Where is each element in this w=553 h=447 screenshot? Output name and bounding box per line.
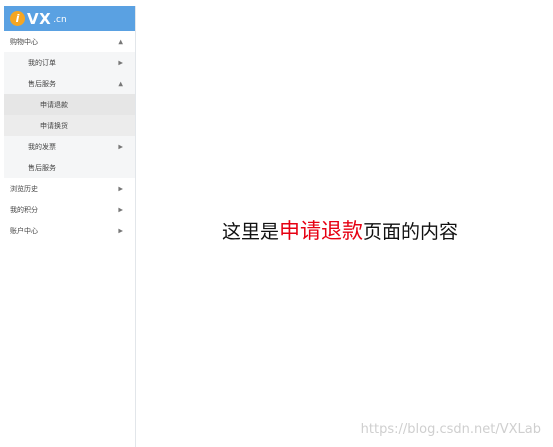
logo-icon: i <box>10 11 25 26</box>
caret-up-icon: ▲ <box>118 38 123 45</box>
caret-up-icon: ▲ <box>118 80 123 87</box>
sidebar-item-label: 浏览历史 <box>10 184 38 193</box>
sidebar: i VX .cn 购物中心 ▲ 我的订单 ▶ 售后服务 ▲ 申请退款申请换货我的发票 ▶ 售后服… <box>4 6 136 447</box>
sidebar-item-5[interactable]: 我的发票 ▶ <box>4 136 135 157</box>
sidebar-item-label: 我的发票 <box>28 142 56 151</box>
content-prefix: 这里是 <box>222 221 280 243</box>
logo-domain: .cn <box>53 15 67 25</box>
sidebar-menu: 购物中心 ▲ 我的订单 ▶ 售后服务 ▲ 申请退款 申请换货 我的发票 ▶ 售后服务 浏览历史 ▶ 我的积… <box>4 31 135 241</box>
watermark: https://blog.csdn.net/VXLab <box>360 422 541 437</box>
sidebar-item-6[interactable]: 售后服务 <box>4 157 135 178</box>
logo-text: VX <box>27 9 52 28</box>
sidebar-item-label: 我的积分 <box>10 205 38 214</box>
sidebar-item-label: 账户中心 <box>10 226 38 235</box>
sidebar-item-label: 我的订单 <box>28 58 56 67</box>
sidebar-item-label: 售后服务 <box>28 79 56 88</box>
caret-right-icon: ▶ <box>118 59 123 66</box>
caret-right-icon: ▶ <box>118 143 123 150</box>
sidebar-item-label: 申请退款 <box>40 100 68 109</box>
content-highlight: 申请退款 <box>279 219 364 243</box>
sidebar-item-label: 申请换货 <box>40 121 68 130</box>
sidebar-item-4[interactable]: 申请换货 <box>4 115 135 136</box>
app-window: i VX .cn 购物中心 ▲ 我的订单 ▶ 售后服务 ▲ 申请退款 申请换货 我的发票 ▶ 售后服… <box>0 0 553 447</box>
sidebar-item-label: 购物中心 <box>10 37 38 46</box>
sidebar-item-1[interactable]: 我的订单 ▶ <box>4 52 135 73</box>
caret-right-icon: ▶ <box>118 206 123 213</box>
sidebar-item-label: 售后服务 <box>28 163 56 172</box>
sidebar-item-2[interactable]: 售后服务 ▲ <box>4 73 135 94</box>
sidebar-item-7[interactable]: 浏览历史 ▶ <box>4 178 135 199</box>
content-suffix: 页面的内容 <box>363 221 459 243</box>
sidebar-item-9[interactable]: 账户中心 ▶ <box>4 220 135 241</box>
sidebar-item-8[interactable]: 我的积分 ▶ <box>4 199 135 220</box>
sidebar-item-0[interactable]: 购物中心 ▲ <box>4 31 135 52</box>
page-content: 这里是申请退款页面的内容 <box>222 215 458 245</box>
logo-bar[interactable]: i VX .cn <box>4 6 135 31</box>
caret-right-icon: ▶ <box>118 227 123 234</box>
sidebar-item-3[interactable]: 申请退款 <box>4 94 135 115</box>
caret-right-icon: ▶ <box>118 185 123 192</box>
